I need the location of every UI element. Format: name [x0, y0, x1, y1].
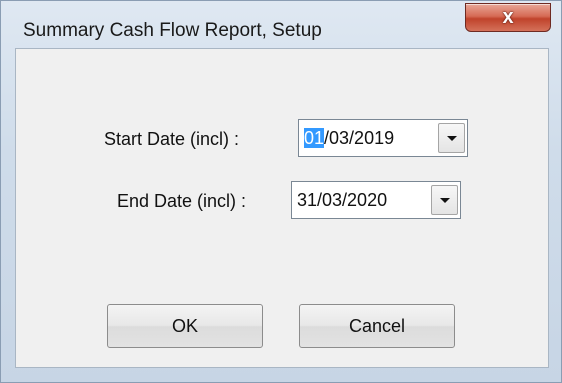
- window-title: Summary Cash Flow Report, Setup: [23, 20, 322, 41]
- start-date-label: Start Date (incl) :: [104, 129, 240, 149]
- start-date-value[interactable]: 01/03/2019: [304, 128, 394, 149]
- end-date-label: End Date (incl) :: [117, 191, 247, 211]
- dialog-client-area: Start Date (incl) : 01/03/2019 End Date …: [15, 48, 549, 368]
- chevron-down-icon: [440, 198, 450, 203]
- start-date-month-year: /03/2019: [324, 128, 395, 148]
- close-button[interactable]: x: [465, 3, 551, 32]
- end-date-value[interactable]: 31/03/2020: [297, 190, 387, 211]
- end-date-picker[interactable]: 31/03/2020: [291, 181, 461, 219]
- close-icon: x: [502, 6, 514, 28]
- chevron-down-icon: [447, 136, 457, 141]
- title-bar[interactable]: Summary Cash Flow Report, Setup x: [1, 1, 561, 43]
- cancel-button[interactable]: Cancel: [299, 304, 455, 348]
- ok-button[interactable]: OK: [107, 304, 263, 348]
- start-date-dropdown-button[interactable]: [438, 123, 465, 153]
- start-date-picker[interactable]: 01/03/2019: [298, 119, 468, 157]
- dialog-window: Summary Cash Flow Report, Setup x Start …: [0, 0, 562, 383]
- end-date-dropdown-button[interactable]: [431, 185, 458, 215]
- start-date-day-selected: 01: [304, 128, 325, 148]
